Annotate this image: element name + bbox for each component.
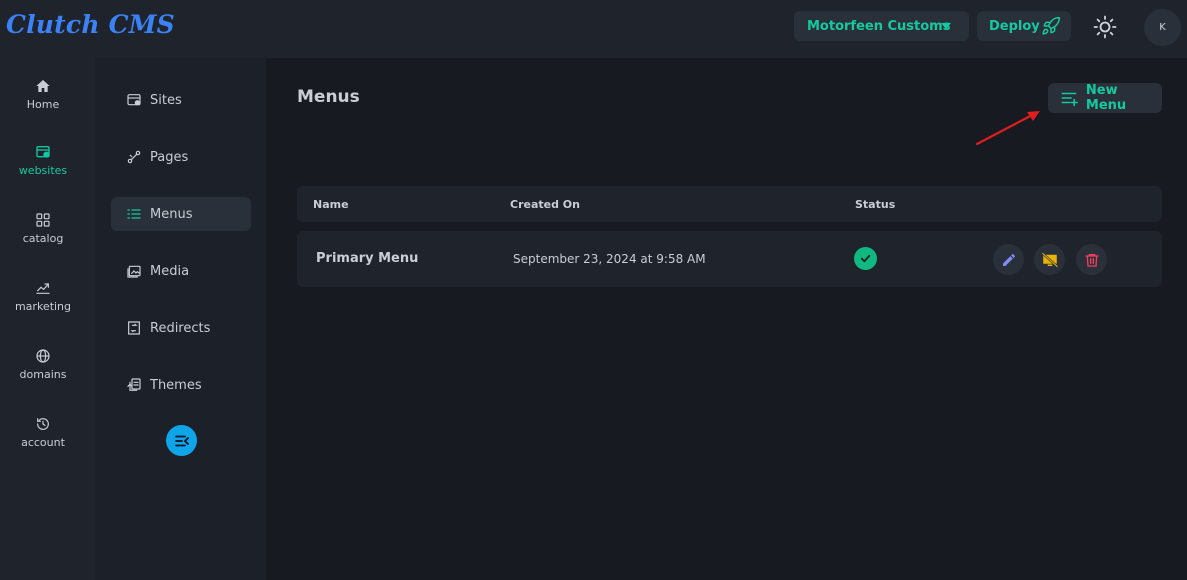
- subnav-item-label: Sites: [150, 92, 182, 108]
- subnav-item-menus[interactable]: Menus: [111, 197, 251, 231]
- hide-display-icon: [1041, 251, 1058, 268]
- top-bar: Clutch CMS Motorfeen Customs Deploy K: [0, 0, 1187, 58]
- caret-down-icon: [941, 23, 951, 29]
- subnav-item-pages[interactable]: Pages: [111, 140, 251, 174]
- sites-icon: [127, 94, 141, 106]
- table-row[interactable]: Primary Menu September 23, 2024 at 9:58 …: [297, 231, 1162, 287]
- rail-item-label: domains: [19, 368, 67, 381]
- subnav-item-label: Themes: [150, 377, 202, 393]
- new-menu-label: New Menu: [1085, 83, 1127, 113]
- subnav-item-label: Menus: [150, 206, 193, 222]
- pencil-icon: [1002, 253, 1015, 266]
- subnav-item-themes[interactable]: Themes: [111, 368, 251, 402]
- table-header: Name Created On Status: [297, 186, 1162, 222]
- list-add-icon: [1061, 92, 1078, 107]
- trash-icon: [1084, 253, 1099, 267]
- annotation-arrow-icon: [975, 111, 1040, 146]
- pages-icon: [127, 150, 141, 164]
- avatar[interactable]: K: [1144, 9, 1181, 46]
- app-logo[interactable]: Clutch CMS: [6, 10, 175, 39]
- column-header-status[interactable]: Status: [855, 198, 895, 211]
- subnav-item-label: Media: [150, 263, 190, 279]
- edit-button[interactable]: [993, 244, 1024, 275]
- globe-icon: [36, 349, 50, 363]
- collapse-icon: [174, 435, 189, 446]
- websites-icon: [36, 146, 50, 158]
- rail-item-label: marketing: [14, 300, 72, 313]
- sun-icon[interactable]: [1093, 15, 1117, 39]
- toggle-visibility-button[interactable]: [1034, 244, 1065, 275]
- rail-item-label: catalog: [22, 232, 64, 245]
- menus-icon: [127, 209, 141, 219]
- rail-item-label: websites: [18, 164, 68, 177]
- rail-item-marketing[interactable]: marketing: [0, 280, 86, 313]
- subnav-item-media[interactable]: Media: [111, 254, 251, 288]
- site-selector-value: Motorfeen Customs: [807, 18, 951, 34]
- column-header-name[interactable]: Name: [313, 198, 349, 211]
- marketing-icon: [36, 283, 50, 294]
- rail-item-home[interactable]: Home: [0, 78, 86, 111]
- home-icon: [36, 80, 50, 92]
- deploy-button[interactable]: Deploy: [977, 11, 1071, 41]
- catalog-icon: [36, 213, 50, 227]
- rail-item-catalog[interactable]: catalog: [0, 212, 86, 245]
- rail-item-label: Home: [26, 98, 60, 111]
- rail-item-domains[interactable]: domains: [0, 348, 86, 381]
- column-header-created-on[interactable]: Created On: [510, 198, 580, 211]
- subnav-item-sites[interactable]: Sites: [111, 83, 251, 117]
- subnav-item-label: Redirects: [150, 320, 211, 336]
- secondary-nav: Sites Pages Menus Media Redirects Themes: [95, 58, 266, 580]
- rail-item-websites[interactable]: websites: [0, 144, 86, 177]
- status-check-icon: [854, 247, 877, 270]
- rail-item-label: account: [21, 436, 65, 449]
- delete-button[interactable]: [1076, 244, 1107, 275]
- deploy-label: Deploy: [989, 18, 1040, 34]
- menu-name[interactable]: Primary Menu: [316, 251, 418, 266]
- subnav-item-label: Pages: [150, 149, 189, 165]
- collapse-sidebar-button[interactable]: [166, 425, 197, 456]
- primary-nav-rail: Home websites catalog marketing domains …: [0, 58, 95, 580]
- media-icon: [127, 265, 141, 278]
- themes-icon: [127, 378, 141, 391]
- site-selector[interactable]: Motorfeen Customs: [794, 11, 969, 41]
- new-menu-button[interactable]: New Menu: [1048, 83, 1162, 113]
- created-on: September 23, 2024 at 9:58 AM: [513, 252, 706, 266]
- subnav-item-redirects[interactable]: Redirects: [111, 311, 251, 345]
- page-title: Menus: [297, 87, 360, 107]
- rocket-icon: [1042, 16, 1061, 35]
- rail-item-account[interactable]: account: [0, 416, 86, 449]
- redirects-icon: [128, 321, 140, 335]
- history-icon: [37, 418, 49, 430]
